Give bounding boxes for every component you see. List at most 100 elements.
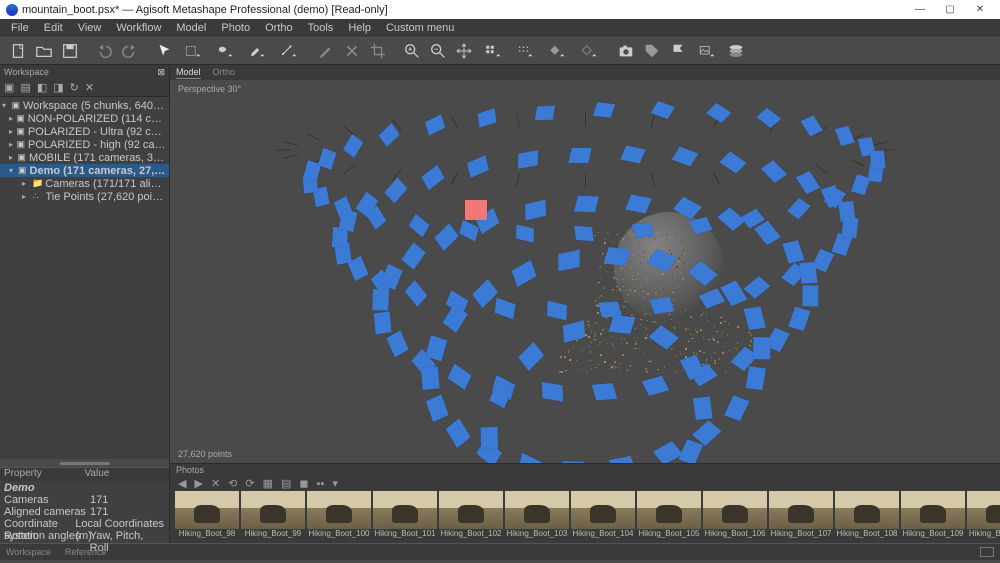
move-tool[interactable]	[452, 40, 476, 62]
ph-list-icon[interactable]: ▤	[281, 477, 291, 490]
camera-tool[interactable]	[614, 40, 638, 62]
shade-tool[interactable]	[574, 40, 604, 62]
ws-sync-icon[interactable]: ↻	[70, 81, 79, 94]
crop-tool[interactable]	[366, 40, 390, 62]
camera-icon[interactable]	[525, 199, 546, 220]
camera-icon[interactable]	[783, 240, 805, 263]
ph-menu-icon[interactable]: ▾	[332, 477, 338, 490]
paint-tool[interactable]	[242, 40, 272, 62]
camera-icon[interactable]	[718, 207, 746, 231]
menu-view[interactable]: View	[71, 20, 109, 36]
menu-photo[interactable]: Photo	[214, 20, 257, 36]
dots-tool[interactable]	[510, 40, 540, 62]
new-file-button[interactable]	[6, 40, 30, 62]
camera-icon[interactable]	[852, 175, 871, 196]
camera-icon[interactable]	[789, 306, 811, 330]
camera-icon[interactable]	[386, 330, 408, 357]
brush-tool[interactable]	[314, 40, 338, 62]
camera-icon[interactable]	[693, 397, 712, 421]
camera-icon[interactable]	[672, 147, 699, 167]
camera-icon[interactable]	[799, 262, 817, 284]
camera-icon[interactable]	[591, 383, 617, 400]
ws-toggle-icon[interactable]: ◧	[37, 81, 47, 94]
menu-edit[interactable]: Edit	[37, 20, 70, 36]
save-button[interactable]	[58, 40, 82, 62]
menu-tools[interactable]: Tools	[301, 20, 341, 36]
image-tool[interactable]	[692, 40, 722, 62]
camera-icon[interactable]	[603, 247, 630, 266]
camera-icon[interactable]	[679, 440, 703, 463]
menu-help[interactable]: Help	[341, 20, 378, 36]
camera-icon[interactable]	[542, 382, 563, 402]
ph-large-icon[interactable]: ◼	[299, 477, 308, 490]
camera-icon[interactable]	[568, 147, 591, 162]
camera-icon[interactable]	[343, 134, 363, 158]
camera-icon[interactable]	[796, 171, 821, 194]
photo-thumb[interactable]: Hiking_Boot_99	[241, 491, 305, 543]
camera-icon[interactable]	[574, 196, 599, 212]
scrollbar[interactable]	[0, 459, 169, 467]
camera-icon[interactable]	[761, 160, 787, 183]
camera-icon[interactable]	[625, 194, 652, 213]
tab-ortho[interactable]: Ortho	[213, 67, 236, 79]
camera-icon[interactable]	[467, 155, 489, 178]
ph-small-icon[interactable]: ▪▪	[317, 478, 325, 490]
rect-select-tool[interactable]	[178, 40, 208, 62]
tree-chunk[interactable]: ▸▣NON-POLARIZED (114 cameras, 2 markers,…	[0, 112, 169, 125]
camera-icon[interactable]	[384, 177, 407, 203]
ph-prev-icon[interactable]: ◀	[178, 477, 186, 490]
camera-icon[interactable]	[516, 225, 534, 243]
photo-thumb[interactable]: Hiking_Boot_103	[505, 491, 569, 543]
camera-icon[interactable]	[757, 108, 781, 128]
tree-selected-chunk[interactable]: ▾▣ Demo (171 cameras, 27,620 points)	[0, 164, 169, 177]
status-resize-icon[interactable]	[980, 547, 994, 557]
menu-file[interactable]: File	[4, 20, 36, 36]
arrow-tool[interactable]	[152, 40, 176, 62]
zoom-out-button[interactable]	[426, 40, 450, 62]
viewport-canvas[interactable]: Perspective 30° Snap: Axis, 3D 27,620 po…	[170, 80, 1000, 463]
layers-tool[interactable]	[724, 40, 748, 62]
photo-thumb[interactable]: Hiking_Boot_102	[439, 491, 503, 543]
close-button[interactable]: ✕	[966, 4, 994, 15]
camera-icon[interactable]	[495, 298, 516, 320]
camera-icon[interactable]	[446, 419, 470, 448]
camera-icon[interactable]	[835, 125, 855, 145]
camera-icon[interactable]	[754, 337, 771, 359]
redo-button[interactable]	[118, 40, 142, 62]
workspace-close-icon[interactable]: ⊠	[157, 67, 165, 78]
grid-tool[interactable]	[478, 40, 508, 62]
camera-icon[interactable]	[472, 279, 498, 308]
camera-icon[interactable]	[512, 260, 537, 287]
photo-thumb[interactable]: Hiking_Boot_98	[175, 491, 239, 543]
photo-thumb[interactable]: Hiking_Boot_104	[571, 491, 635, 543]
camera-icon[interactable]	[401, 242, 425, 269]
camera-icon[interactable]	[422, 165, 445, 191]
ph-grid-icon[interactable]: ▦	[263, 477, 273, 490]
maximize-button[interactable]: ▢	[936, 4, 964, 15]
tree-chunk[interactable]: ▸▣POLARIZED - Ultra (92 cameras, 32,703 …	[0, 125, 169, 138]
camera-icon[interactable]	[425, 335, 447, 361]
camera-icon[interactable]	[518, 453, 542, 463]
menu-custom-menu[interactable]: Custom menu	[379, 20, 461, 36]
menu-workflow[interactable]: Workflow	[109, 20, 168, 36]
camera-icon[interactable]	[725, 395, 750, 421]
tree-root[interactable]: ▾▣ Workspace (5 chunks, 640 cameras)	[0, 99, 169, 112]
tree-child[interactable]: ▸📁Cameras (171/171 aligned)	[0, 177, 169, 190]
camera-icon[interactable]	[621, 145, 647, 163]
zoom-in-button[interactable]	[400, 40, 424, 62]
diamond-tool[interactable]	[542, 40, 572, 62]
photo-thumb[interactable]: Hiking_Boot_100	[307, 491, 371, 543]
photos-thumbs[interactable]: Hiking_Boot_98Hiking_Boot_99Hiking_Boot_…	[170, 491, 1000, 543]
delete-tool[interactable]	[340, 40, 364, 62]
camera-icon[interactable]	[870, 150, 885, 169]
camera-icon[interactable]	[421, 367, 439, 391]
camera-icon[interactable]	[802, 285, 818, 306]
camera-icon[interactable]	[535, 105, 555, 119]
camera-icon[interactable]	[372, 289, 389, 311]
camera-icon[interactable]	[478, 108, 497, 127]
camera-icon[interactable]	[339, 209, 358, 232]
ruler-tool[interactable]	[274, 40, 304, 62]
menu-model[interactable]: Model	[169, 20, 213, 36]
camera-icon[interactable]	[563, 462, 588, 463]
camera-icon[interactable]	[609, 456, 637, 463]
